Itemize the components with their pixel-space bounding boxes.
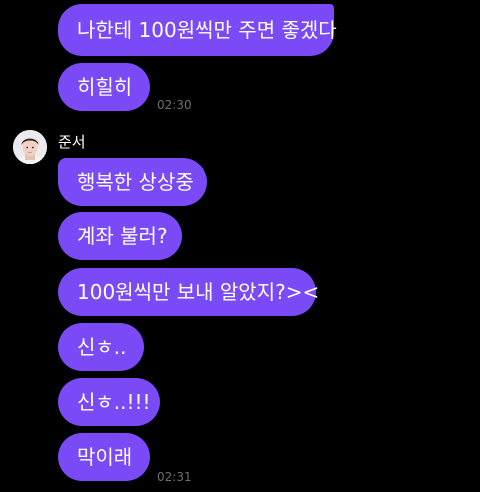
message-bubble[interactable]: 신ㅎ..!!! [58, 378, 160, 426]
message-bubble[interactable]: 100원씩만 보내 알았지?>< [58, 268, 320, 316]
sender-name: 준서 [58, 133, 86, 151]
profile-photo-avatar-icon [13, 130, 47, 164]
message-timestamp: 02:30 [157, 98, 192, 112]
message-text: 나한테 100원씩만 주면 좋겠다 [77, 18, 337, 42]
message-bubble[interactable]: 신ㅎ.. [58, 323, 144, 371]
sender-avatar[interactable] [13, 130, 47, 164]
message-text: 히힐히 [77, 75, 133, 99]
message-bubble[interactable]: 계좌 불러? [58, 212, 182, 260]
message-timestamp: 02:31 [157, 470, 192, 484]
message-bubble[interactable]: 행복한 상상중 [58, 158, 207, 206]
message-text: 100원씩만 보내 알았지?>< [77, 280, 320, 304]
message-bubble[interactable]: 막이래 [58, 433, 150, 481]
message-text: 신ㅎ..!!! [77, 390, 151, 414]
message-bubble[interactable]: 히힐히 [58, 63, 150, 111]
message-text: 신ㅎ.. [77, 335, 127, 359]
message-text: 계좌 불러? [77, 224, 168, 248]
message-text: 막이래 [77, 445, 133, 469]
message-bubble[interactable]: 나한테 100원씩만 주면 좋겠다 [58, 4, 337, 56]
message-text: 행복한 상상중 [77, 170, 194, 194]
